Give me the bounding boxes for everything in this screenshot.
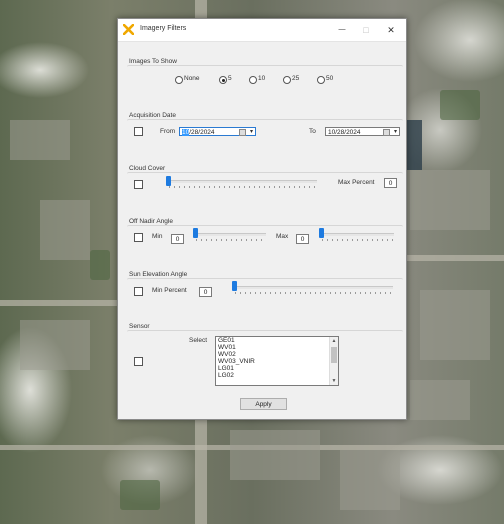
- from-label: From: [160, 128, 176, 135]
- off-nadir-min-slider-ticks: [196, 239, 266, 241]
- cloud-cover-slider-ticks: [169, 186, 317, 188]
- calendar-icon: [239, 129, 246, 136]
- list-item[interactable]: LG01: [216, 365, 338, 372]
- sensor-listbox[interactable]: GE01 WV01 WV02 WV03_VNIR LG01 LG02 ▲ ▼: [215, 336, 339, 386]
- acquisition-date-checkbox[interactable]: [134, 127, 143, 136]
- off-nadir-max-label: Max: [276, 233, 289, 240]
- sun-elevation-slider-track: [233, 286, 393, 289]
- window-title: Imagery Filters: [140, 25, 187, 32]
- scroll-up-icon[interactable]: ▲: [330, 337, 338, 345]
- radio-25-label: 25: [292, 75, 300, 82]
- cloud-cover-checkbox[interactable]: [134, 180, 143, 189]
- cloud-cover-slider-thumb[interactable]: [166, 176, 171, 186]
- close-button[interactable]: ✕: [383, 22, 399, 38]
- cloud-cover-slider-track: [167, 180, 317, 183]
- radio-50[interactable]: [317, 76, 325, 84]
- to-date-picker[interactable]: 10/28/2024 ▾: [325, 127, 400, 136]
- list-item[interactable]: WV02: [216, 351, 338, 358]
- sun-elevation-label: Sun Elevation Angle: [129, 271, 188, 278]
- acquisition-date-label: Acquisition Date: [129, 112, 176, 119]
- title-bar: Imagery Filters — □ ✕: [118, 19, 406, 42]
- off-nadir-label: Off Nadir Angle: [129, 218, 173, 225]
- radio-10[interactable]: [249, 76, 257, 84]
- radio-50-label: 50: [326, 75, 334, 82]
- radio-5-label: 5: [228, 75, 232, 82]
- scroll-thumb[interactable]: [331, 347, 337, 363]
- off-nadir-min-slider-track: [194, 233, 266, 236]
- chevron-down-icon[interactable]: ▾: [394, 128, 397, 137]
- off-nadir-min-label: Min: [152, 233, 163, 240]
- list-item[interactable]: WV01: [216, 344, 338, 351]
- radio-5[interactable]: [219, 76, 227, 84]
- maximize-button[interactable]: □: [358, 22, 374, 38]
- cloud-max-percent-field[interactable]: 0: [384, 178, 397, 188]
- sensor-label: Sensor: [129, 323, 150, 330]
- off-nadir-max-slider-track: [320, 233, 394, 236]
- off-nadir-min-slider-thumb[interactable]: [193, 228, 198, 238]
- apply-button[interactable]: Apply: [240, 398, 287, 410]
- off-nadir-checkbox[interactable]: [134, 233, 143, 242]
- list-item[interactable]: LG02: [216, 372, 338, 379]
- sensor-list-scrollbar[interactable]: ▲ ▼: [329, 337, 338, 385]
- off-nadir-max-field[interactable]: 0: [296, 234, 309, 244]
- chevron-down-icon[interactable]: ▾: [250, 128, 253, 137]
- sensor-checkbox[interactable]: [134, 357, 143, 366]
- sun-elevation-checkbox[interactable]: [134, 287, 143, 296]
- cloud-cover-label: Cloud Cover: [129, 165, 166, 172]
- minimize-button[interactable]: —: [334, 22, 350, 38]
- sun-elevation-slider-thumb[interactable]: [232, 281, 237, 291]
- list-item[interactable]: GE01: [216, 337, 338, 344]
- calendar-icon: [383, 129, 390, 136]
- radio-none-label: None: [184, 75, 200, 82]
- from-date-picker[interactable]: 10/28/2024 ▾: [179, 127, 256, 136]
- off-nadir-max-slider-ticks: [322, 239, 394, 241]
- to-label: To: [309, 128, 316, 135]
- images-to-show-label: Images To Show: [129, 58, 177, 65]
- list-item[interactable]: WV03_VNIR: [216, 358, 338, 365]
- radio-none[interactable]: [175, 76, 183, 84]
- sun-elevation-slider-ticks: [235, 292, 393, 294]
- sun-min-percent-field[interactable]: 0: [199, 287, 212, 297]
- off-nadir-max-slider-thumb[interactable]: [319, 228, 324, 238]
- radio-10-label: 10: [258, 75, 266, 82]
- yellow-x-icon: [123, 24, 134, 35]
- sun-min-percent-label: Min Percent: [152, 287, 187, 294]
- off-nadir-min-field[interactable]: 0: [171, 234, 184, 244]
- max-percent-label: Max Percent: [338, 179, 375, 186]
- radio-25[interactable]: [283, 76, 291, 84]
- scroll-down-icon[interactable]: ▼: [330, 377, 338, 385]
- sensor-select-label: Select: [189, 337, 208, 344]
